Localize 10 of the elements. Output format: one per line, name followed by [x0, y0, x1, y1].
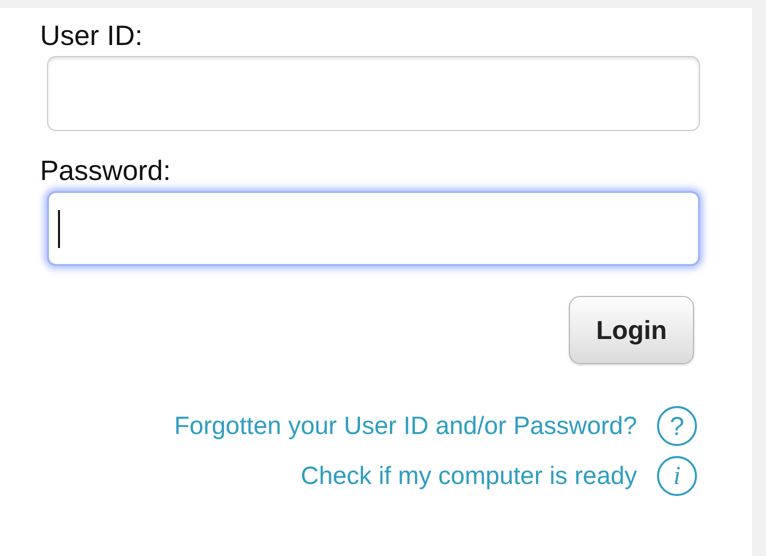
- login-button[interactable]: Login: [569, 296, 694, 364]
- info-icon[interactable]: i: [657, 456, 697, 496]
- text-caret: [58, 210, 60, 248]
- field-label: Password:: [40, 154, 171, 188]
- link[interactable]: Check if my computer is ready: [300, 462, 637, 490]
- input-field[interactable]: [47, 56, 700, 131]
- help-icon[interactable]: ?: [657, 406, 697, 446]
- link[interactable]: Forgotten your User ID and/or Password?: [174, 412, 637, 440]
- input-field[interactable]: [47, 191, 700, 266]
- field-label: User ID:: [40, 19, 143, 53]
